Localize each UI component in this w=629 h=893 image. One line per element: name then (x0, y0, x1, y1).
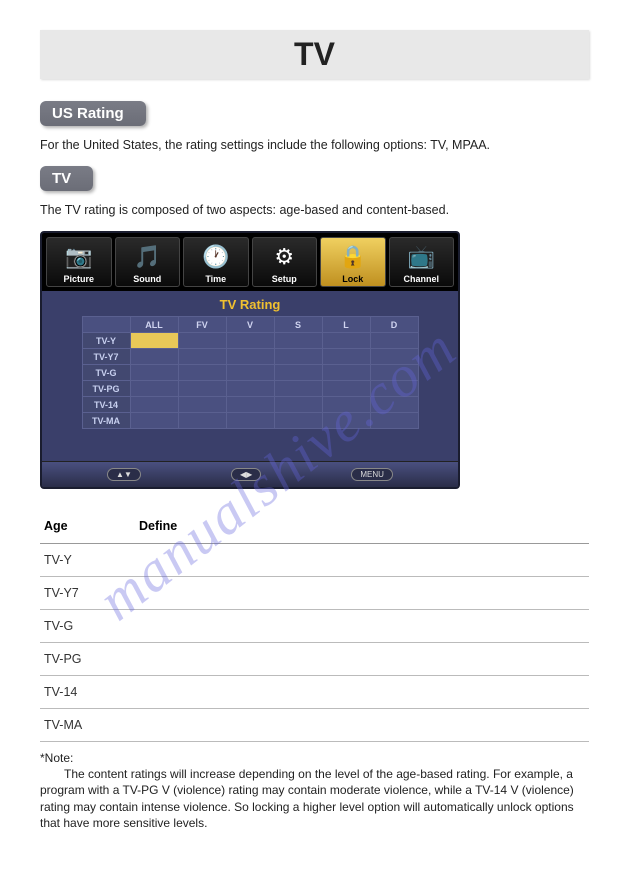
us-rating-intro: For the United States, the rating settin… (40, 138, 589, 152)
age-table-header: Define (135, 513, 589, 544)
menu-button-icon: MENU (351, 468, 393, 481)
osd-row-header: TV-Y7 (82, 349, 130, 365)
osd-row-header: TV-G (82, 365, 130, 381)
osd-col-header: D (370, 317, 418, 333)
age-table-header: Age (40, 513, 135, 544)
osd-col-header: S (274, 317, 322, 333)
lock-icon: 🔒 (321, 240, 385, 274)
table-row: TV-G (40, 610, 589, 643)
note-block: *Note: The content ratings will increase… (40, 750, 589, 831)
osd-tab-label: Lock (321, 274, 385, 284)
age-define-table: Age Define TV-Y TV-Y7 TV-G TV-PG TV-14 T… (40, 513, 589, 742)
table-row: TV-Y (40, 544, 589, 577)
table-row: TV-Y7 (40, 577, 589, 610)
osd-tab-bar: 📷 Picture 🎵 Sound 🕐 Time ⚙ Setup 🔒 Lock … (42, 233, 458, 291)
note-body: The content ratings will increase depend… (40, 766, 589, 831)
section-heading-tv: TV (40, 166, 93, 191)
table-row: TV-MA (40, 709, 589, 742)
osd-tab-setup: ⚙ Setup (252, 237, 318, 287)
osd-row-header: TV-Y (82, 333, 130, 349)
osd-rating-grid: ALL FV V S L D TV-Y TV-Y7 TV-G TV-PG TV-… (82, 316, 419, 429)
osd-tab-channel: 📺 Channel (389, 237, 455, 287)
osd-col-header (82, 317, 130, 333)
osd-footer: ▲▼ ◀▶ MENU (42, 461, 458, 487)
osd-cell-selected (130, 333, 178, 349)
tv-intro: The TV rating is composed of two aspects… (40, 203, 589, 217)
table-row: TV-14 (40, 676, 589, 709)
note-label: *Note: (40, 751, 73, 765)
osd-row-header: TV-MA (82, 413, 130, 429)
osd-screenshot: 📷 Picture 🎵 Sound 🕐 Time ⚙ Setup 🔒 Lock … (40, 231, 460, 489)
osd-tab-label: Channel (390, 274, 454, 284)
tv-icon: 📺 (390, 240, 454, 274)
osd-tab-label: Picture (47, 274, 111, 284)
osd-col-header: V (226, 317, 274, 333)
osd-tab-label: Sound (116, 274, 180, 284)
table-row: TV-PG (40, 643, 589, 676)
osd-tab-lock: 🔒 Lock (320, 237, 386, 287)
osd-col-header: L (322, 317, 370, 333)
osd-tab-time: 🕐 Time (183, 237, 249, 287)
osd-tab-sound: 🎵 Sound (115, 237, 181, 287)
osd-screen-title: TV Rating (42, 291, 458, 316)
up-down-icon: ▲▼ (107, 468, 141, 481)
page-header: TV (40, 30, 589, 79)
osd-col-header: FV (178, 317, 226, 333)
section-heading-us-rating: US Rating (40, 101, 146, 126)
music-icon: 🎵 (116, 240, 180, 274)
osd-tab-label: Setup (253, 274, 317, 284)
left-right-icon: ◀▶ (231, 468, 261, 481)
osd-tab-picture: 📷 Picture (46, 237, 112, 287)
gear-icon: ⚙ (253, 240, 317, 274)
osd-row-header: TV-14 (82, 397, 130, 413)
camera-icon: 📷 (47, 240, 111, 274)
osd-col-header: ALL (130, 317, 178, 333)
osd-tab-label: Time (184, 274, 248, 284)
osd-row-header: TV-PG (82, 381, 130, 397)
clock-icon: 🕐 (184, 240, 248, 274)
